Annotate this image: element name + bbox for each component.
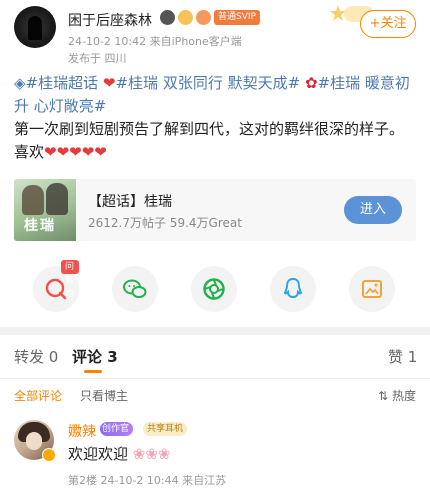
follow-button[interactable]: +关注 [360,10,416,38]
hashtag-1[interactable]: #桂瑞 双张同行 默契天成# [115,74,300,92]
filter-author-only[interactable]: 只看博主 [80,387,128,404]
tabs-divider [0,378,430,379]
shared-earphone-badge: 共享耳机 [143,422,188,436]
interaction-tabs: 转发 0 评论 3 赞 1 [0,336,430,376]
sort-hot-button[interactable]: ⇅ 热度 [378,387,416,404]
topic-cover-image: 桂瑞 [14,179,76,241]
author-badges: 普通SVIP [160,10,260,25]
author-avatar[interactable] [14,6,56,48]
sort-icon: ⇅ [378,389,389,403]
ask-ai-button[interactable]: 问智搜 [33,260,79,312]
save-image-button[interactable] [349,266,395,312]
heart-icon: ❤ [102,74,116,92]
image-save-icon [362,280,382,298]
author-name[interactable]: 困于后座森林 [68,10,152,30]
creator-badge: 创作官 [100,422,134,436]
ask-ai-tag: 问智搜 [61,260,79,300]
verified-badge-icon [42,448,56,462]
tab-repost[interactable]: 转发 0 [14,346,58,367]
vip-badge: 普通SVIP [214,10,260,25]
level-badge-icon [160,10,175,25]
super-topic-card[interactable]: 桂瑞 【超话】桂瑞 2612.7万帖子 59.4万Great 进入 [14,179,416,241]
sort-label: 热度 [391,389,416,403]
tab-comment[interactable]: 评论 3 [72,346,118,367]
enter-button[interactable]: 进入 [344,196,402,224]
moments-share-button[interactable] [191,266,237,312]
filter-all-comments[interactable]: 全部评论 [14,387,62,404]
topic-icon: ◈ [14,74,26,92]
tab-like[interactable]: 赞 1 [388,346,417,367]
wechat-icon [123,279,147,298]
share-row: 问智搜 [0,260,430,322]
qq-icon [283,277,303,299]
wechat-share-button[interactable] [112,266,158,312]
section-divider [0,327,430,335]
comment-body: 欢迎欢迎 [68,445,129,463]
hashtag-topic[interactable]: #桂瑞超话 [26,74,99,92]
post-time-source: 24-10-2 10:42 来自iPhone客户端 [68,35,242,48]
topic-stats: 2612.7万帖子 59.4万Great [88,216,242,230]
fan-badge-icon [178,10,193,25]
qq-share-button[interactable] [270,266,316,312]
comment-text: 欢迎欢迎 ❀❀❀ [68,443,171,464]
post-header: 困于后座森林 普通SVIP 24-10-2 10:42 来自iPhone客户端 … [0,0,430,68]
cover-title: 桂瑞 [24,218,56,234]
active-tab-indicator [84,370,102,373]
rose-icon: ✿ [304,74,318,92]
post-content: ◈#桂瑞超话 ❤#桂瑞 双张同行 默契天成# ✿#桂瑞 暖意初升 心灯敞亮# 第… [14,72,416,164]
comment-meta: 第2楼 24-10-2 10:44 来自江苏 [68,474,227,487]
post-location: 发布于 四川 [68,52,127,65]
commenter-name[interactable]: 嫐辣 [68,421,96,441]
hearts-icons: ❤❤❤❤❤ [44,143,107,161]
moments-icon [203,278,225,300]
comment-filter-bar: 全部评论 只看博主 ⇅ 热度 [0,384,430,406]
emoji-icons: ❀❀❀ [132,445,171,463]
face-badge-icon [196,10,211,25]
topic-title: 【超话】桂瑞 [88,194,172,210]
